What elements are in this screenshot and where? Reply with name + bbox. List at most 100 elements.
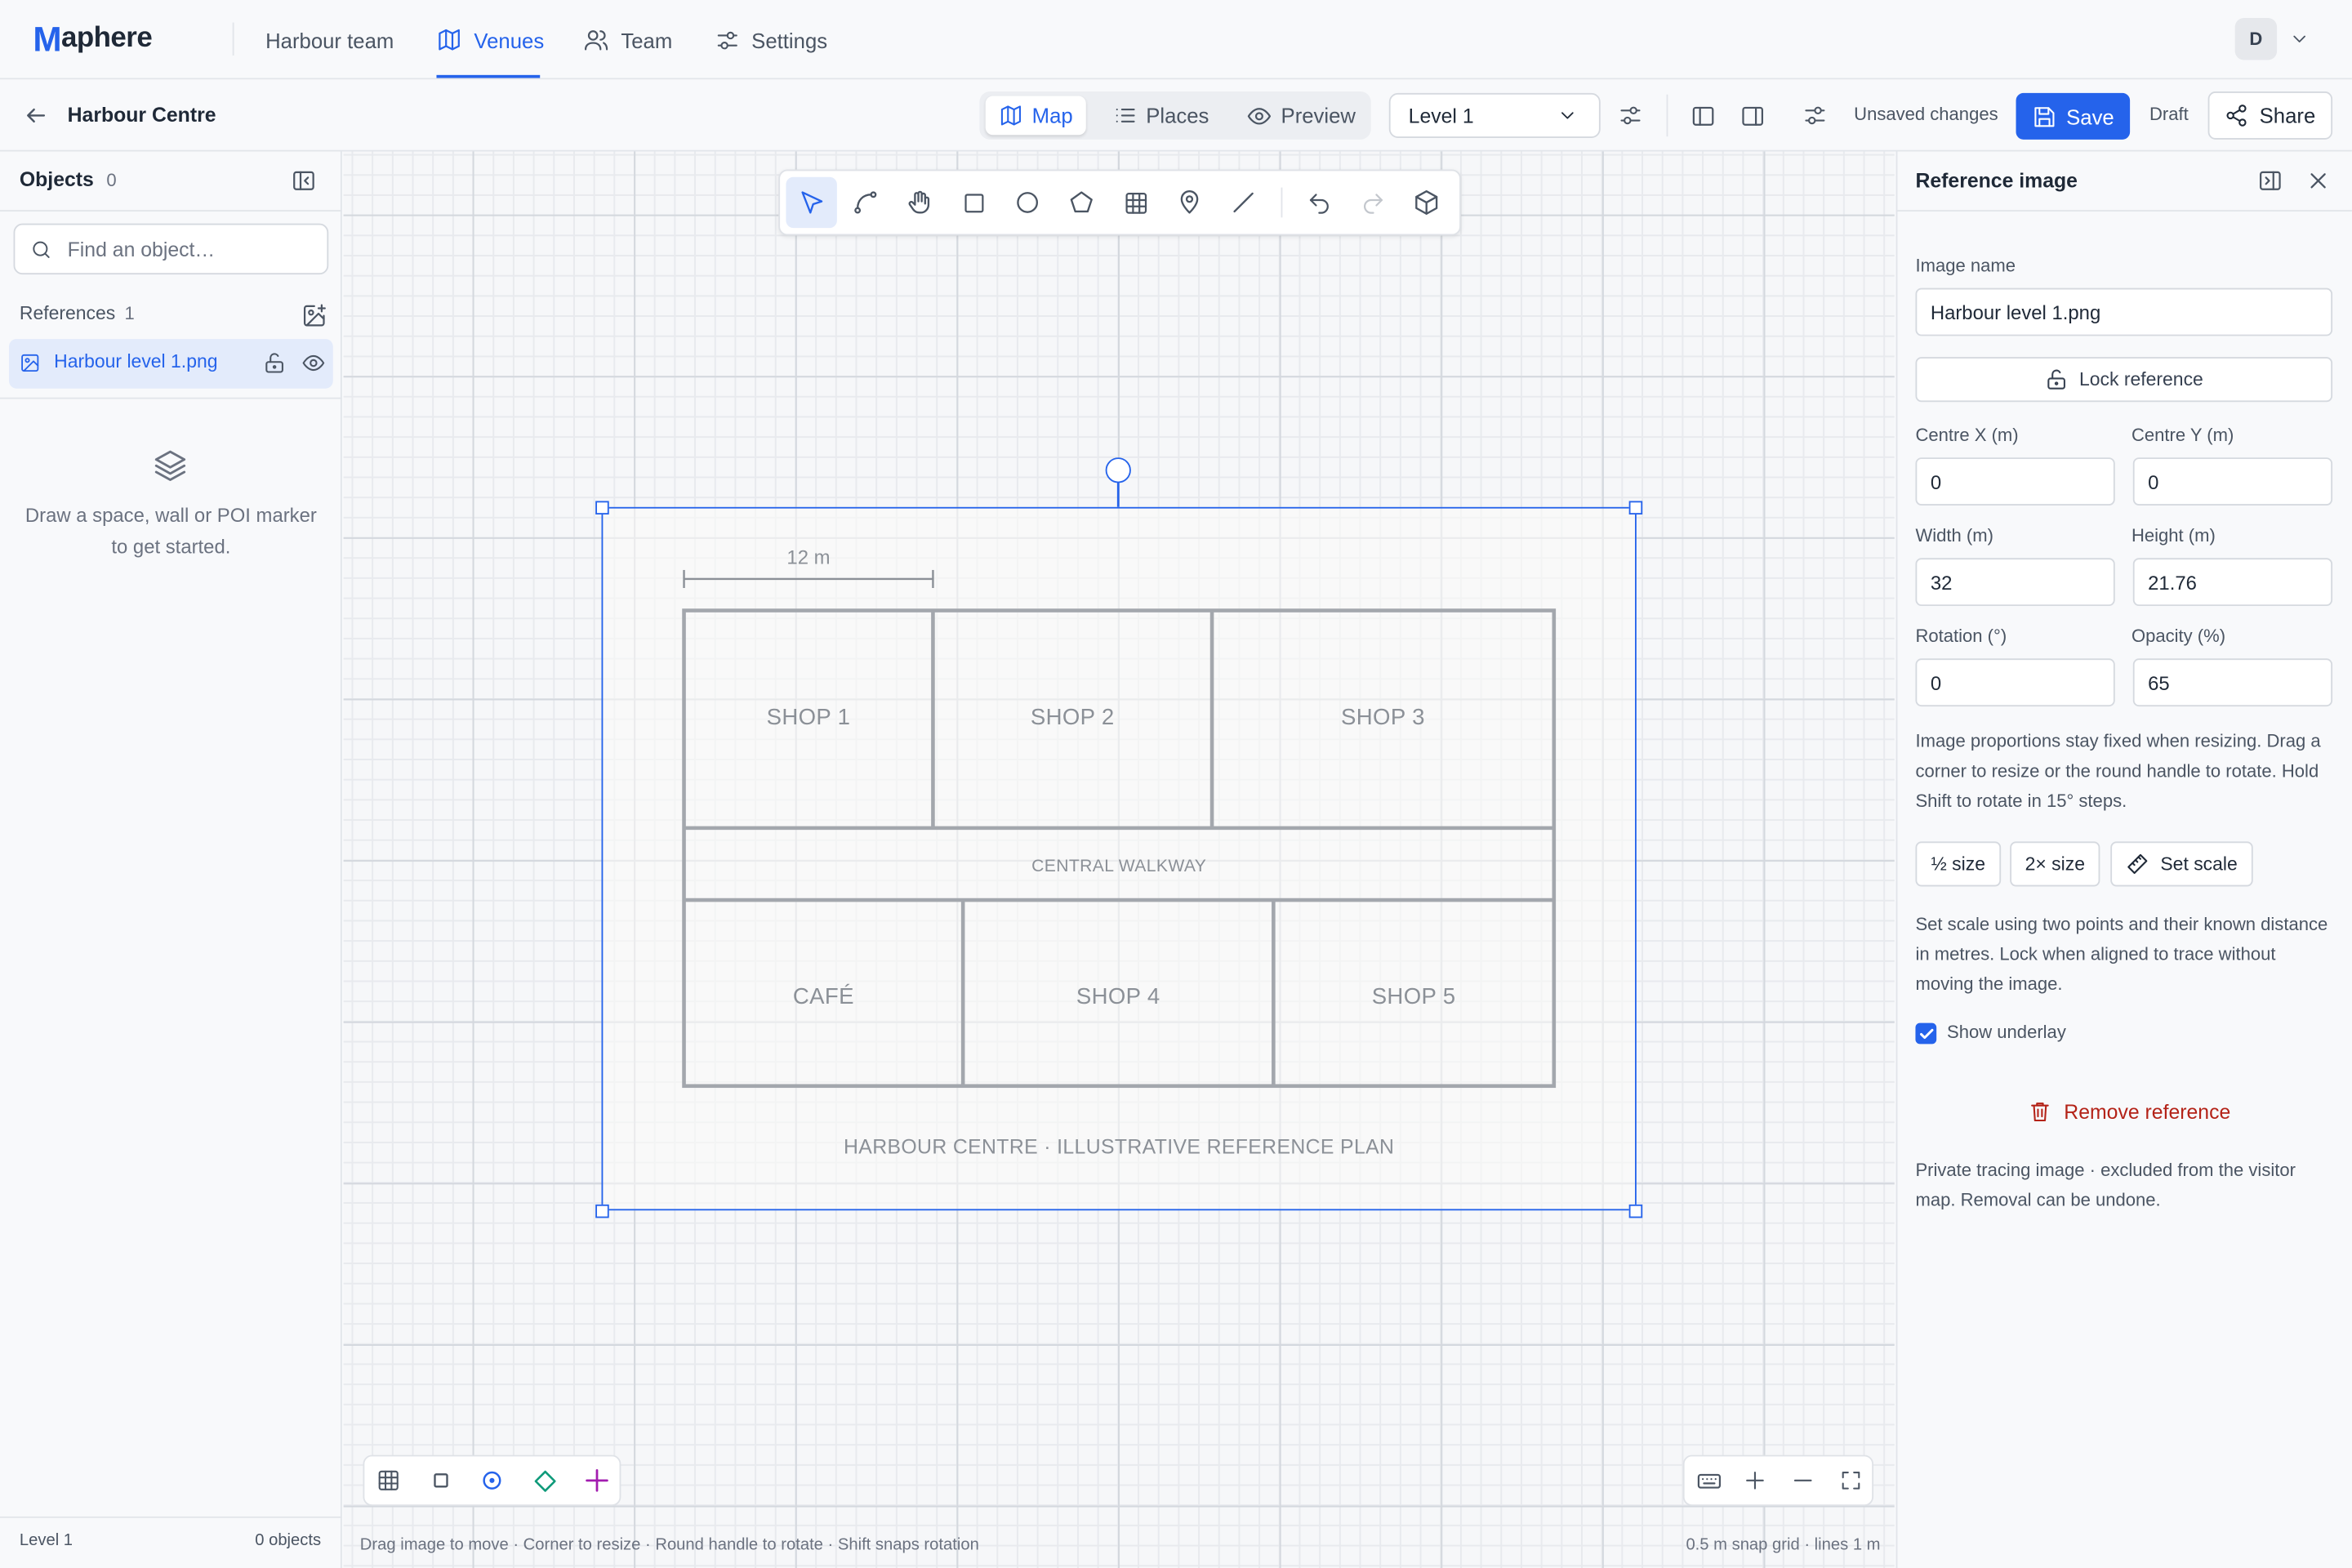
zoom-in-button[interactable]: [1734, 1461, 1775, 1500]
lock-reference-button[interactable]: Lock reference: [1915, 357, 2333, 403]
rotation-label: Rotation (°): [1915, 625, 2007, 647]
save-icon: [2034, 106, 2054, 127]
mode-places-button[interactable]: Places: [1099, 96, 1223, 136]
snap-center-toggle[interactable]: [471, 1461, 513, 1500]
square-icon: [964, 193, 983, 212]
rotation-input[interactable]: 0: [1915, 658, 2115, 707]
toggle-visibility-button[interactable]: [294, 344, 333, 383]
mode-preview-button[interactable]: Preview: [1233, 96, 1370, 136]
nav-active-indicator: [436, 74, 541, 78]
keyboard-shortcuts-button[interactable]: [1687, 1461, 1729, 1500]
plus-icon: [1746, 1471, 1764, 1490]
nav-item-venues[interactable]: Venues: [436, 0, 544, 79]
snap-objects-toggle[interactable]: [420, 1461, 461, 1500]
mode-map-button[interactable]: Map: [985, 96, 1087, 136]
width-input[interactable]: 32: [1915, 558, 2115, 607]
resize-handle-bottom-right[interactable]: [1628, 1203, 1643, 1218]
users-icon: [584, 30, 608, 51]
undo-button[interactable]: [1293, 177, 1343, 228]
resize-handle-top-right[interactable]: [1628, 501, 1643, 514]
3d-view-button[interactable]: [1401, 177, 1451, 228]
layers-icon: [152, 447, 189, 484]
double-size-button[interactable]: 2× size: [2010, 841, 2100, 887]
level-select[interactable]: Level 1: [1388, 92, 1601, 138]
height-input[interactable]: 21.76: [2132, 558, 2333, 607]
half-size-button[interactable]: ½ size: [1915, 841, 2002, 887]
back-button[interactable]: [16, 96, 56, 136]
draft-status: Draft: [2149, 103, 2189, 125]
add-reference-button[interactable]: [294, 296, 333, 335]
line-tool[interactable]: [1218, 177, 1268, 228]
canvas-hint: Drag image to move · Corner to resize · …: [359, 1535, 979, 1554]
centre-x-label: Centre X (m): [1915, 424, 2019, 446]
redo-button[interactable]: [1347, 177, 1397, 228]
close-panel-button[interactable]: [2298, 161, 2337, 200]
unlock-icon: [2047, 369, 2066, 390]
zoom-out-button[interactable]: [1782, 1461, 1824, 1500]
pan-tool[interactable]: [894, 177, 945, 228]
save-button[interactable]: Save: [2016, 92, 2131, 140]
divider: [0, 210, 342, 212]
centre-x-input[interactable]: 0: [1915, 457, 2115, 506]
nav-item-team[interactable]: Team: [583, 0, 672, 79]
square-icon: [434, 1473, 448, 1488]
opacity-input[interactable]: 65: [2132, 658, 2333, 707]
room-label: SHOP 4: [1076, 983, 1160, 1010]
toggle-left-panel-button[interactable]: [1683, 96, 1722, 136]
half-size-label: ½ size: [1931, 853, 1985, 875]
mode-label: Places: [1146, 103, 1209, 128]
collapse-panel-button[interactable]: [283, 161, 323, 200]
search-icon: [33, 240, 50, 258]
snap-crosshair-toggle[interactable]: [576, 1461, 617, 1500]
resize-handle-top-left[interactable]: [595, 501, 608, 514]
path-tool[interactable]: [840, 177, 891, 228]
objects-title: Objects: [19, 167, 94, 191]
polygon-tool[interactable]: [1056, 177, 1107, 228]
cursor-icon: [801, 191, 823, 214]
share-button[interactable]: Share: [2207, 91, 2333, 140]
pentagon-icon: [1070, 191, 1093, 213]
app-logo[interactable]: Maphere: [33, 19, 153, 59]
poi-tool[interactable]: [1164, 177, 1214, 228]
unlock-reference-button[interactable]: [255, 344, 294, 383]
panel-left-icon: [1691, 105, 1713, 125]
trash-icon: [2031, 1102, 2049, 1122]
resize-handle-bottom-left[interactable]: [595, 1203, 608, 1218]
toggle-right-panel-button[interactable]: [1732, 96, 1771, 136]
show-underlay-checkbox[interactable]: [1915, 1022, 1937, 1045]
circle-tool[interactable]: [1002, 177, 1053, 228]
sliders-icon: [717, 30, 737, 49]
user-avatar[interactable]: D: [2234, 18, 2278, 60]
divider: [1281, 187, 1283, 218]
rectangle-tool[interactable]: [948, 177, 999, 228]
target-icon: [483, 1471, 501, 1490]
nav-item-harbour-team[interactable]: Harbour team: [265, 0, 394, 79]
fit-to-screen-button[interactable]: [1830, 1461, 1872, 1500]
cube-icon: [1415, 190, 1438, 215]
object-search-input[interactable]: Find an object…: [13, 223, 329, 275]
divider: [0, 397, 342, 399]
unsaved-status: Unsaved changes: [1854, 103, 1998, 125]
map-settings-button[interactable]: [1796, 96, 1835, 136]
dock-panel-button[interactable]: [2250, 161, 2289, 200]
close-icon: [2310, 172, 2325, 188]
opacity-label: Opacity (%): [2131, 625, 2226, 647]
level-settings-button[interactable]: [1611, 96, 1650, 136]
set-scale-button[interactable]: Set scale: [2110, 841, 2253, 887]
grid-tool[interactable]: [1110, 177, 1160, 228]
references-label: References: [19, 303, 116, 324]
remove-reference-button[interactable]: Remove reference: [2028, 1099, 2230, 1123]
logo-text: aphere: [61, 22, 153, 55]
account-menu-button[interactable]: [2280, 20, 2319, 59]
snap-vertex-toggle[interactable]: [523, 1461, 565, 1500]
grid-icon: [1125, 192, 1147, 213]
check-icon: [1919, 1027, 1933, 1039]
divider: [232, 22, 234, 56]
double-size-label: 2× size: [2025, 853, 2085, 875]
centre-y-input[interactable]: 0: [2132, 457, 2333, 506]
nav-item-settings[interactable]: Settings: [715, 0, 827, 79]
select-tool[interactable]: [786, 176, 837, 229]
snap-grid-toggle[interactable]: [368, 1461, 409, 1500]
image-name-input[interactable]: Harbour level 1.png: [1915, 287, 2333, 336]
rotate-handle[interactable]: [1105, 457, 1131, 483]
